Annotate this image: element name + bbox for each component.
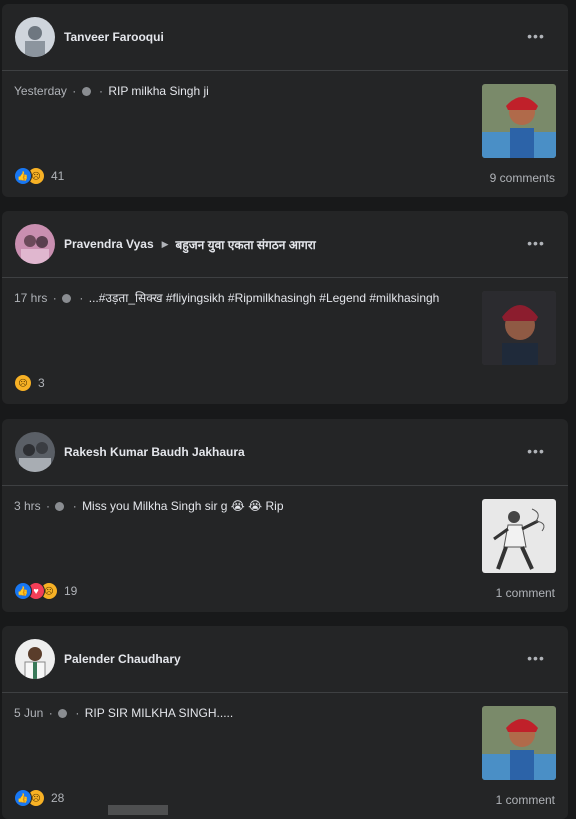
globe-icon: [58, 709, 68, 718]
post-header: Rakesh Kumar Baudh Jakhaura •••: [2, 419, 568, 486]
reaction-count: 3: [38, 376, 45, 390]
more-options-icon[interactable]: •••: [526, 26, 546, 46]
post-card: Tanveer Farooqui ••• Yesterday · · RIP m…: [2, 4, 568, 197]
more-options-icon[interactable]: •••: [526, 233, 546, 253]
post-body: 3 hrs · · Miss you Milkha Singh sir g 😭 …: [2, 486, 568, 612]
post-header: Palender Chaudhary •••: [2, 626, 568, 693]
comments-count[interactable]: 1 comment: [496, 586, 555, 600]
author-name[interactable]: Pravendra Vyas ▶ बहुजन युवा एकता संगठन आ…: [64, 211, 316, 277]
post-thumbnail[interactable]: [482, 499, 556, 573]
post-text: RIP SIR MILKHA SINGH.....: [84, 706, 234, 720]
post-text: Miss you Milkha Singh sir g 😭 😭 Rip: [82, 499, 284, 513]
globe-icon: [81, 87, 91, 96]
globe-icon: [55, 502, 65, 511]
post-thumbnail[interactable]: [482, 84, 556, 158]
avatar[interactable]: [15, 17, 55, 57]
like-reaction-icon: 👍: [14, 582, 32, 600]
reactions-summary[interactable]: 👍 ♥ ☹ 19: [14, 582, 77, 600]
post-body: 17 hrs · · ...#उड़ता_सिक्ख #fliyingsikh …: [2, 278, 568, 404]
sad-reaction-icon: ☹: [14, 374, 32, 392]
more-options-icon[interactable]: •••: [526, 648, 546, 668]
author-name[interactable]: Tanveer Farooqui: [64, 4, 164, 70]
more-options-icon[interactable]: •••: [526, 441, 546, 461]
post-thumbnail[interactable]: [482, 706, 556, 780]
post-header: Tanveer Farooqui •••: [2, 4, 568, 71]
globe-icon: [62, 294, 72, 303]
like-reaction-icon: 👍: [14, 789, 32, 807]
horizontal-scrollbar-thumb[interactable]: [108, 805, 168, 815]
post-time[interactable]: 3 hrs: [14, 499, 41, 513]
group-name[interactable]: बहुजन युवा एकता संगठन आगरा: [176, 236, 316, 253]
post-thumbnail[interactable]: [482, 291, 556, 365]
post-body: Yesterday · · RIP milkha Singh ji 👍 ☹ 41…: [2, 71, 568, 197]
post-card: Rakesh Kumar Baudh Jakhaura ••• 3 hrs · …: [2, 419, 568, 612]
reactions-summary[interactable]: 👍 ☹ 28: [14, 789, 64, 807]
like-reaction-icon: 👍: [14, 167, 32, 185]
post-text: ...#उड़ता_सिक्ख #fliyingsikh #Ripmilkhas…: [88, 291, 440, 305]
avatar[interactable]: [15, 224, 55, 264]
reaction-count: 28: [51, 791, 65, 805]
post-header: Pravendra Vyas ▶ बहुजन युवा एकता संगठन आ…: [2, 211, 568, 278]
post-time[interactable]: Yesterday: [14, 84, 67, 98]
post-text: RIP milkha Singh ji: [108, 84, 209, 98]
reaction-count: 19: [64, 584, 78, 598]
reactions-summary[interactable]: 👍 ☹ 41: [14, 167, 64, 185]
author-name[interactable]: Rakesh Kumar Baudh Jakhaura: [64, 419, 245, 485]
post-meta: 3 hrs · · Miss you Milkha Singh sir g 😭 …: [14, 499, 284, 513]
post-time[interactable]: 5 Jun: [14, 706, 43, 720]
caret-right-icon: ▶: [161, 238, 169, 249]
comments-count[interactable]: 9 comments: [490, 171, 555, 185]
post-meta: Yesterday · · RIP milkha Singh ji: [14, 84, 209, 98]
post-time[interactable]: 17 hrs: [14, 291, 47, 305]
avatar[interactable]: [15, 432, 55, 472]
reaction-count: 41: [51, 169, 65, 183]
author-name[interactable]: Palender Chaudhary: [64, 626, 181, 692]
post-card: Pravendra Vyas ▶ बहुजन युवा एकता संगठन आ…: [2, 211, 568, 404]
reactions-summary[interactable]: ☹ 3: [14, 374, 45, 392]
post-meta: 5 Jun · · RIP SIR MILKHA SINGH.....: [14, 706, 234, 720]
post-body: 5 Jun · · RIP SIR MILKHA SINGH..... 👍 ☹ …: [2, 693, 568, 819]
post-meta: 17 hrs · · ...#उड़ता_सिक्ख #fliyingsikh …: [14, 291, 440, 305]
avatar[interactable]: [15, 639, 55, 679]
comments-count[interactable]: 1 comment: [496, 793, 555, 807]
post-card: Palender Chaudhary ••• 5 Jun · · RIP SIR…: [2, 626, 568, 819]
